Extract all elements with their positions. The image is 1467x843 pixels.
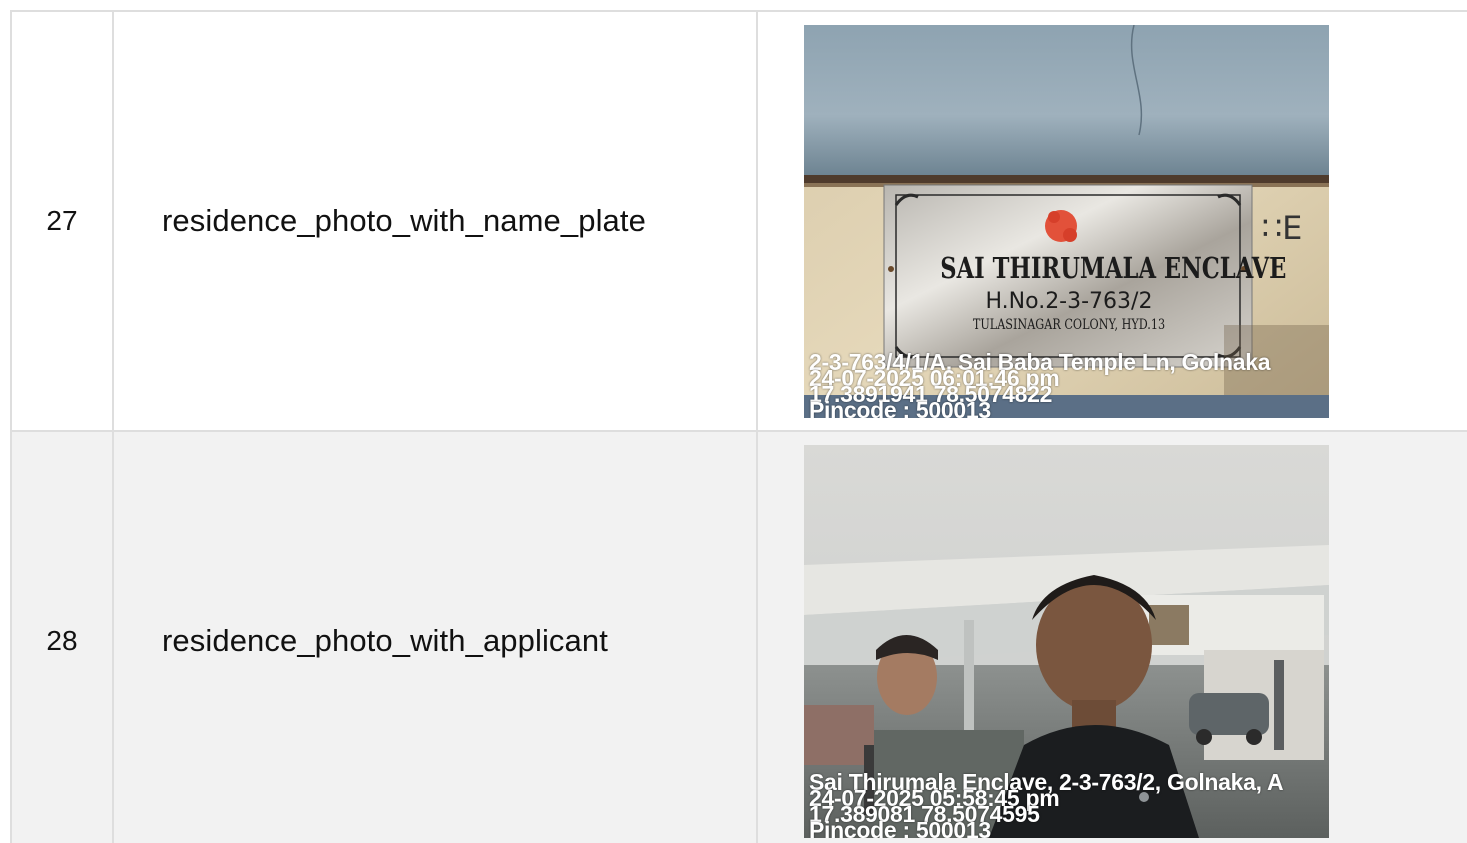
photo-cell: SAI THIRUMALA ENCLAVE H.No.2-3-763/2 TUL…	[756, 10, 1467, 432]
field-name: residence_photo_with_applicant	[112, 430, 758, 843]
table-row: 27 residence_photo_with_name_plate SAI T…	[10, 10, 1467, 432]
plate-title: SAI THIRUMALA ENCLAVE	[940, 250, 1287, 285]
name-plate-photo: SAI THIRUMALA ENCLAVE H.No.2-3-763/2 TUL…	[804, 24, 1329, 418]
photo-cell: Sai Thirumala Enclave, 2-3-763/2, Golnak…	[756, 430, 1467, 843]
geo-stamp: 2-3-763/4/1/A, Sai Baba Temple Ln, Golna…	[809, 350, 1271, 418]
stamp-pincode: Pincode : 500013	[809, 816, 991, 838]
plate-house-number: H.No.2-3-763/2	[985, 288, 1153, 314]
document-page: 27 residence_photo_with_name_plate SAI T…	[0, 0, 1467, 843]
table-row: 28 residence_photo_with_applicant Sai Th…	[10, 430, 1467, 843]
field-photo-table: 27 residence_photo_with_name_plate SAI T…	[10, 10, 1467, 843]
wall-mark: ∷E	[1261, 208, 1303, 247]
plate-colony: TULASINAGAR COLONY, HYD.13	[972, 316, 1166, 333]
field-name: residence_photo_with_name_plate	[112, 10, 758, 432]
geo-stamp: Sai Thirumala Enclave, 2-3-763/2, Golnak…	[809, 770, 1284, 838]
row-number: 27	[10, 10, 114, 432]
row-number: 28	[10, 430, 114, 843]
applicant-photo: Sai Thirumala Enclave, 2-3-763/2, Golnak…	[804, 444, 1329, 838]
